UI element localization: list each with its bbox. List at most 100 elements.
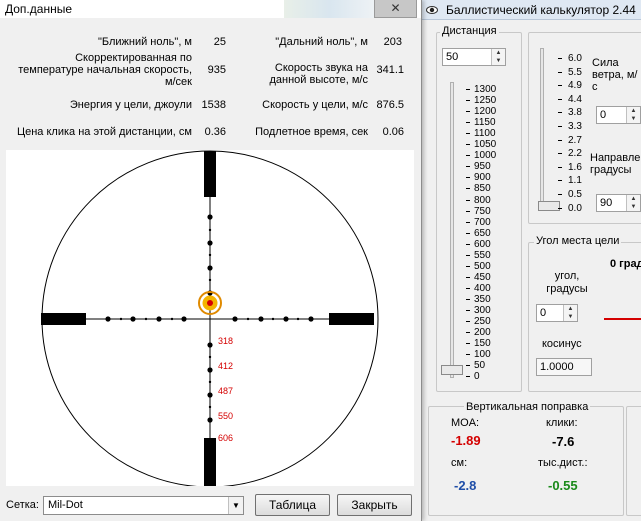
distance-scale-tick xyxy=(466,111,470,113)
calculator-window: Баллистический калькулятор 2.44 Дистанци… xyxy=(418,0,641,521)
wind-force-spinner[interactable]: 0 ▲ ▼ xyxy=(596,106,641,124)
distance-scale-tick xyxy=(466,166,470,168)
wind-scale-label: 2.7 xyxy=(568,134,582,146)
distance-scale-tick xyxy=(466,343,470,345)
distance-scale-tick xyxy=(466,188,470,190)
near-zero-value: 25 xyxy=(213,36,226,48)
distance-scale-label: 350 xyxy=(474,293,491,305)
distance-scale-tick xyxy=(466,100,470,102)
distance-scale-label: 0 xyxy=(474,371,480,383)
holdover-label: 412 xyxy=(218,361,233,371)
spin-down-icon[interactable]: ▼ xyxy=(627,203,640,211)
wind-scale-tick xyxy=(558,207,562,209)
post-left xyxy=(41,313,86,325)
spin-up-icon[interactable]: ▲ xyxy=(627,107,640,115)
distance-group-label: Дистанция xyxy=(440,25,499,37)
spin-up-icon[interactable]: ▲ xyxy=(627,195,640,203)
distance-scale-label: 400 xyxy=(474,282,491,294)
holdover-label: 487 xyxy=(218,386,233,396)
distance-scale-label: 100 xyxy=(474,349,491,361)
holdover-label: 550 xyxy=(218,411,233,421)
distance-scale-label: 300 xyxy=(474,305,491,316)
cm-value: -2.8 xyxy=(454,478,477,493)
distance-scale-tick xyxy=(466,89,470,90)
taskbar-thumbnail xyxy=(284,0,374,18)
distance-scale-label: 450 xyxy=(474,271,491,283)
wind-scale-tick xyxy=(558,58,562,59)
wind-direction-value: 90 xyxy=(600,197,613,209)
wind-scale-label: 6.0 xyxy=(568,53,582,64)
distance-scale-label: 750 xyxy=(474,205,491,217)
cosine-label: косинус xyxy=(542,338,582,350)
distance-scale-label: 550 xyxy=(474,249,491,261)
holdover-label: 318 xyxy=(218,336,233,346)
wind-scale-tick xyxy=(558,71,562,73)
distance-scale-label: 1300 xyxy=(474,84,497,95)
calculator-titlebar: Баллистический калькулятор 2.44 xyxy=(418,0,641,20)
distance-scale-label: 950 xyxy=(474,161,491,173)
horizontal-correction-group xyxy=(626,406,641,516)
angle-display: 0 граду xyxy=(610,258,641,270)
distance-scale-label: 800 xyxy=(474,194,491,206)
post-top xyxy=(204,151,216,197)
distance-scale-label: 600 xyxy=(474,238,491,250)
clicks-value: -7.6 xyxy=(552,434,575,449)
angle-spinner[interactable]: 0 ▲ ▼ xyxy=(536,304,578,322)
spin-up-icon[interactable]: ▲ xyxy=(564,305,577,313)
dialog-titlebar: Доп.данные ✕ xyxy=(0,0,421,18)
distance-scale-label: 1100 xyxy=(474,128,496,140)
spin-down-icon[interactable]: ▼ xyxy=(627,115,640,123)
wind-scale-label: 1.6 xyxy=(568,161,582,173)
dialog-title: Доп.данные xyxy=(5,2,72,16)
wind-slider-thumb[interactable] xyxy=(538,201,560,211)
grid-select-value: Mil-Dot xyxy=(48,499,83,511)
distance-scale-tick xyxy=(466,133,470,135)
wind-scale-label: 0.0 xyxy=(568,202,582,214)
distance-scale-tick xyxy=(466,177,470,179)
wind-scale-tick xyxy=(558,126,562,127)
distance-scale-label: 1250 xyxy=(474,95,497,107)
close-icon[interactable]: ✕ xyxy=(374,0,417,18)
distance-scale-tick xyxy=(466,332,470,334)
wind-scale-label: 4.4 xyxy=(568,93,582,105)
distance-scale-label: 1050 xyxy=(474,139,497,151)
distance-scale-tick xyxy=(466,144,470,146)
vertical-group-label: Вертикальная поправка xyxy=(464,401,591,413)
chevron-down-icon[interactable]: ▼ xyxy=(228,497,243,514)
calculator-title: Баллистический калькулятор 2.44 xyxy=(446,3,636,17)
spin-down-icon[interactable]: ▼ xyxy=(492,57,505,65)
distance-scale-tick xyxy=(466,365,470,367)
distance-scale-label: 1150 xyxy=(474,117,496,129)
distance-slider-track[interactable] xyxy=(450,82,454,378)
app-eye-icon xyxy=(426,6,438,14)
distance-slider-thumb[interactable] xyxy=(441,365,463,375)
grid-select[interactable]: Mil-Dot ▼ xyxy=(43,496,244,515)
wind-scale-tick xyxy=(558,166,562,168)
flight-time-label: Подлетное время, сек xyxy=(255,126,368,138)
close-button[interactable]: Закрыть xyxy=(337,494,412,516)
wind-scale-label: 3.8 xyxy=(568,107,582,119)
spin-up-icon[interactable]: ▲ xyxy=(492,49,505,57)
wind-scale-label: 4.9 xyxy=(568,80,582,92)
distance-scale-label: 850 xyxy=(474,183,491,195)
distance-scale-label: 50 xyxy=(474,360,486,372)
corrected-velocity-value: 935 xyxy=(207,64,226,76)
extra-data-dialog: Доп.данные ✕ "Ближний ноль", м 25 "Дальн… xyxy=(0,0,422,521)
distance-scale-label: 650 xyxy=(474,227,491,239)
distance-scale-tick xyxy=(466,321,470,323)
energy-value: 1538 xyxy=(201,99,226,111)
wind-force-value: 0 xyxy=(600,109,607,121)
reticle-drawing: 318 412 487 550 606 xyxy=(41,150,379,488)
table-button[interactable]: Таблица xyxy=(255,494,330,516)
post-bottom xyxy=(204,438,216,486)
distance-scale-tick xyxy=(466,354,470,356)
wind-scale-tick xyxy=(558,194,562,195)
distance-scale-tick xyxy=(466,199,470,201)
wind-direction-spinner[interactable]: 90 ▲ ▼ xyxy=(596,194,641,212)
distance-spinner[interactable]: 50 ▲ ▼ xyxy=(442,48,506,66)
wind-scale-tick xyxy=(558,139,562,141)
target-speed-value: 876.5 xyxy=(376,99,404,111)
wind-slider-track[interactable] xyxy=(540,48,544,210)
clicks-label: клики: xyxy=(546,417,578,429)
spin-down-icon[interactable]: ▼ xyxy=(564,313,577,321)
